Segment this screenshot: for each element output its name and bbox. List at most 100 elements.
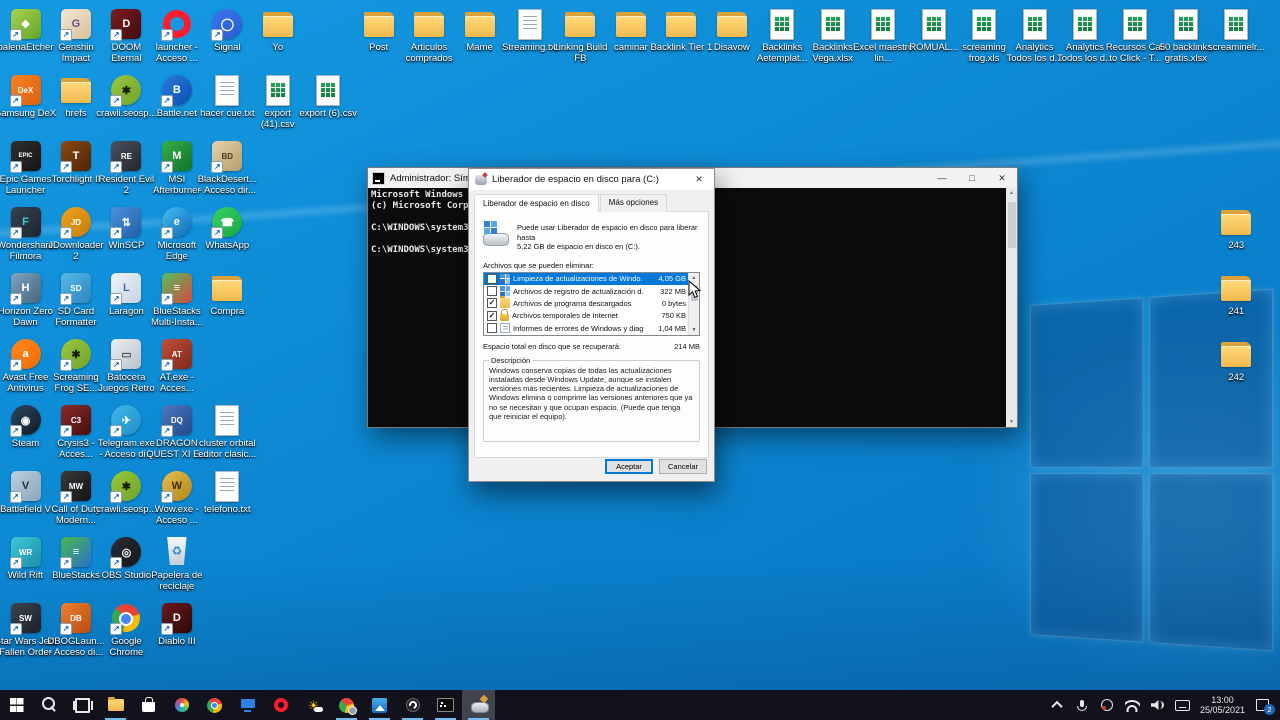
desktop-icon[interactable]: ◎ ↗ OBS Studio: [102, 536, 151, 598]
dialog-titlebar[interactable]: Liberador de espacio en disco para (C:) …: [469, 169, 714, 190]
cleanup-item-row[interactable]: Archivos de registro de actualización d.…: [484, 285, 688, 297]
desktop-icon[interactable]: cluster orbital editor clasic...: [203, 404, 252, 466]
taskbar-command-prompt[interactable]: [429, 690, 462, 720]
desktop-icon[interactable]: caminar: [606, 8, 655, 70]
taskbar-paint-3d[interactable]: [165, 690, 198, 720]
desktop-icon[interactable]: Excel maestro lin...: [859, 8, 908, 70]
tab-liberador-de-espacio[interactable]: Liberador de espacio en disco: [474, 194, 599, 212]
cleanup-item-row[interactable]: Limpieza de actualizaciones de Windo... 4…: [484, 273, 688, 285]
taskbar-chrome-app[interactable]: [330, 690, 363, 720]
taskbar-remote-desktop[interactable]: [231, 690, 264, 720]
desktop-icon[interactable]: H ↗ Horizon Zero Dawn: [1, 272, 50, 334]
desktop-icon[interactable]: Mame: [455, 8, 504, 70]
desktop-icon[interactable]: ◯ ↗ Signal: [203, 8, 252, 70]
desktop-icon[interactable]: 243: [1212, 206, 1261, 268]
desktop-icon[interactable]: Analytics Todos los d...: [1010, 8, 1059, 70]
taskbar-start[interactable]: [0, 690, 33, 720]
desktop-icon[interactable]: Analytics Todos los d...: [1060, 8, 1109, 70]
desktop-icon[interactable]: D ↗ DOOM Eternal: [102, 8, 151, 70]
taskbar-microsoft-store[interactable]: [132, 690, 165, 720]
disk-cleanup-dialog[interactable]: Liberador de espacio en disco para (C:) …: [468, 168, 715, 482]
item-checkbox[interactable]: [487, 323, 497, 333]
desktop-icon[interactable]: Streaming.txt: [506, 8, 555, 70]
cmd-minimize-button[interactable]: —: [927, 168, 957, 188]
desktop-icon[interactable]: Backlink Tier 1: [657, 8, 706, 70]
desktop-icon[interactable]: V ↗ Battlefield V: [1, 470, 50, 532]
desktop-icon[interactable]: AT ↗ AT.exe - Acces...: [152, 338, 201, 400]
desktop-icon[interactable]: export (6).csv: [304, 74, 353, 136]
desktop-icon[interactable]: Post: [354, 8, 403, 70]
desktop-icon[interactable]: Backlinks Vega.xlsx: [808, 8, 857, 70]
desktop-icon[interactable]: Backlinks Aetemplat...: [758, 8, 807, 70]
desktop-icon[interactable]: a ↗ Avast Free Antivirus: [1, 338, 50, 400]
cleanup-item-row[interactable]: ✓ Archivos de programa descargados 0 bytes: [484, 297, 688, 309]
desktop-icon[interactable]: telefono.txt: [203, 470, 252, 532]
desktop-icon[interactable]: C3 ↗ Crysis3 - Acces...: [51, 404, 100, 466]
desktop-icon[interactable]: hacer cue.txt: [203, 74, 252, 136]
desktop-icon[interactable]: L ↗ Laragon: [102, 272, 151, 334]
desktop-icon[interactable]: hrefs: [51, 74, 100, 136]
desktop-icon[interactable]: Disavow: [707, 8, 756, 70]
taskbar-clock[interactable]: 13:00 25/05/2021: [1200, 695, 1245, 716]
taskbar-search[interactable]: [33, 690, 66, 720]
desktop-icon[interactable]: ✱ ↗ Screaming Frog SE...: [51, 338, 100, 400]
cmd-maximize-button[interactable]: □: [957, 168, 987, 188]
desktop-icon[interactable]: MW ↗ Call of Duty Modern...: [51, 470, 100, 532]
desktop-icon[interactable]: ✱ ↗ crawli.seosp...: [102, 74, 151, 136]
cmd-close-button[interactable]: ✕: [987, 168, 1017, 188]
desktop-icon[interactable]: F ↗ Wondershare Filmora: [1, 206, 50, 268]
action-center-icon[interactable]: 2: [1255, 698, 1270, 712]
desktop-icon[interactable]: export (41).csv: [253, 74, 302, 136]
desktop-icon[interactable]: SW ↗ Star Wars Jedi Fallen Order: [1, 602, 50, 664]
desktop-icon[interactable]: ROMUAL...: [909, 8, 958, 70]
desktop-icon[interactable]: Linking Build FB: [556, 8, 605, 70]
taskbar-file-explorer[interactable]: [99, 690, 132, 720]
desktop-icon[interactable]: e ↗ Microsoft Edge: [152, 206, 201, 268]
desktop-icon[interactable]: Papelera de reciclaje: [152, 536, 201, 598]
taskbar-weather[interactable]: [297, 690, 330, 720]
desktop-icon[interactable]: ≡ ↗ BlueStacks Multi-Insta...: [152, 272, 201, 334]
desktop-icon[interactable]: Compra: [203, 272, 252, 334]
desktop-icon[interactable]: G ↗ Genshin Impact: [51, 8, 100, 70]
desktop-icon[interactable]: ✈ ↗ Telegram.exe - Acceso di...: [102, 404, 151, 466]
desktop-icon[interactable]: ⇅ ↗ WinSCP: [102, 206, 151, 268]
desktop-icon[interactable]: ◉ ↗ Steam: [1, 404, 50, 466]
tab-mas-opciones[interactable]: Más opciones: [600, 194, 667, 212]
desktop-icon[interactable]: D ↗ Diablo III: [152, 602, 201, 664]
dialog-close-button[interactable]: ✕: [684, 169, 714, 190]
desktop-icon[interactable]: EPIC ↗ Epic Games Launcher: [1, 140, 50, 202]
item-checkbox[interactable]: [487, 274, 497, 284]
desktop-icon[interactable]: 242: [1212, 338, 1261, 400]
desktop-icon[interactable]: DeX ↗ Samsung DeX: [1, 74, 50, 136]
item-checkbox[interactable]: ✓: [487, 311, 497, 321]
tray-volume-icon[interactable]: [1150, 698, 1165, 712]
cmd-scrollbar[interactable]: ▲ ▼: [1006, 188, 1017, 427]
desktop-icon[interactable]: ☎ ↗ WhatsApp: [203, 206, 252, 268]
desktop-icon[interactable]: W ↗ Wow.exe - Acceso ...: [152, 470, 201, 532]
taskbar-task-view[interactable]: [66, 690, 99, 720]
tray-recording-icon[interactable]: [1100, 698, 1115, 712]
cmd-scroll-down-icon[interactable]: ▼: [1009, 419, 1014, 425]
desktop-icon[interactable]: T ↗ Torchlight II: [51, 140, 100, 202]
desktop-icon[interactable]: M ↗ MSI Afterburner: [152, 140, 201, 202]
cleanup-file-list[interactable]: Limpieza de actualizaciones de Windo... 4…: [483, 272, 700, 336]
cancelar-button[interactable]: Cancelar: [659, 459, 707, 474]
cleanup-item-row[interactable]: Informes de errores de Windows y diag...…: [484, 322, 688, 334]
tray-chevron-up-icon[interactable]: [1050, 698, 1065, 712]
desktop-icon[interactable]: DQ ↗ DRAGON QUEST XI E...: [152, 404, 201, 466]
taskbar-obs-studio[interactable]: [396, 690, 429, 720]
desktop-icon[interactable]: DB ↗ DBOGLaun... - Acceso di...: [51, 602, 100, 664]
desktop-icon[interactable]: ≡ ↗ BlueStacks: [51, 536, 100, 598]
tray-microphone-icon[interactable]: [1075, 698, 1090, 712]
cmd-scroll-up-icon[interactable]: ▲: [1009, 190, 1014, 196]
desktop-icon[interactable]: WR ↗ Wild Rift: [1, 536, 50, 598]
desktop-icon[interactable]: ▭ ↗ Batocera Juegos Retro: [102, 338, 151, 400]
taskbar-opera[interactable]: [264, 690, 297, 720]
desktop-icon[interactable]: ↗ launcher - Acceso ...: [152, 8, 201, 70]
desktop-icon[interactable]: ✱ ↗ crawli.seosp...: [102, 470, 151, 532]
desktop-icon[interactable]: Recursos Call to Click - T...: [1111, 8, 1160, 70]
cmd-scroll-thumb[interactable]: [1008, 202, 1016, 248]
tray-network-icon[interactable]: [1125, 698, 1140, 712]
desktop-icon[interactable]: ↗ Google Chrome: [102, 602, 151, 664]
cleanup-item-row[interactable]: ✓ Archivos temporales de Internet 750 KB: [484, 310, 688, 322]
